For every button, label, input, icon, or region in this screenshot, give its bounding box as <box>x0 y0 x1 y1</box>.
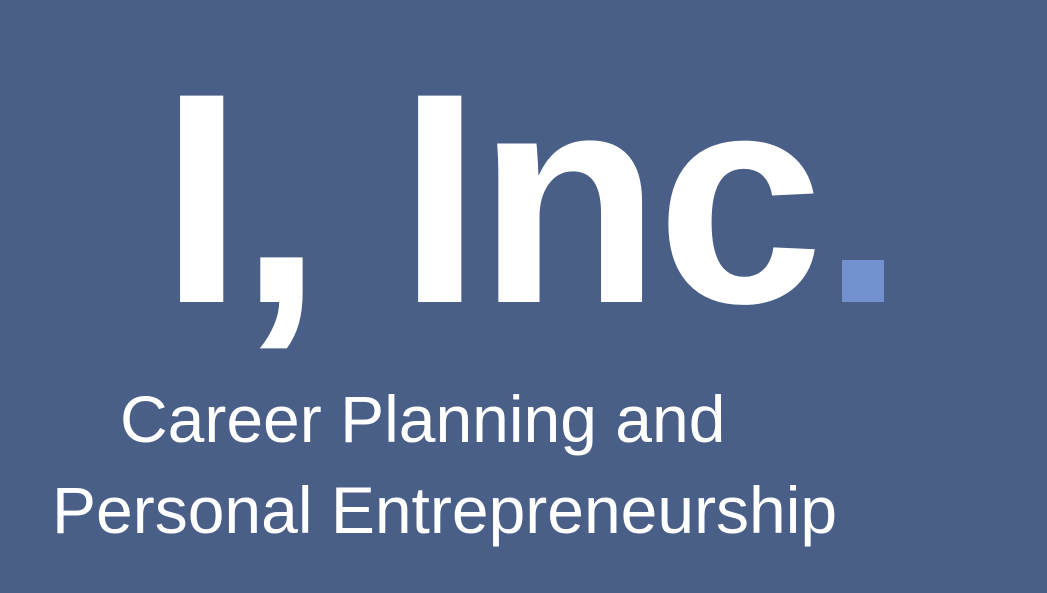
page-title: I, Inc <box>160 48 884 348</box>
subtitle-line-2: Personal Entrepreneurship <box>52 473 838 547</box>
title-slide: I, Inc Career Planning and Personal Entr… <box>0 0 1047 593</box>
title-text: I, Inc <box>160 30 823 366</box>
subtitle-line-1: Career Planning and <box>120 382 726 456</box>
accent-square-dot <box>841 260 884 302</box>
